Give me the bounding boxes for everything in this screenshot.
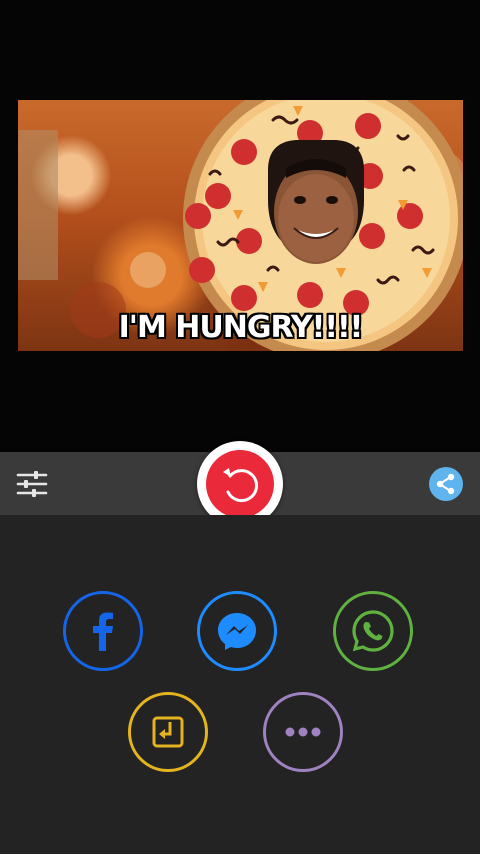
sliders-icon: [16, 471, 48, 497]
facebook-icon: [93, 612, 113, 651]
settings-button[interactable]: [14, 467, 50, 501]
replay-button-fill: [206, 450, 274, 518]
messenger-icon: [218, 613, 256, 650]
facebook-share-button[interactable]: [63, 591, 143, 671]
share-targets-panel: [0, 515, 480, 854]
whatsapp-icon: [352, 610, 394, 652]
whatsapp-share-button[interactable]: [333, 591, 413, 671]
replay-icon: [223, 468, 258, 503]
messenger-share-button[interactable]: [197, 591, 277, 671]
save-to-gallery-button[interactable]: [128, 692, 208, 772]
more-options-button[interactable]: [263, 692, 343, 772]
gif-caption: I'M HUNGRY!!!!: [118, 310, 364, 345]
gif-preview-area: I'M HUNGRY!!!!: [0, 0, 480, 452]
share-icon: [436, 473, 455, 495]
more-dots-icon: [285, 727, 321, 737]
save-to-gallery-icon: [152, 716, 184, 748]
share-button[interactable]: [429, 467, 463, 501]
gif-preview[interactable]: I'M HUNGRY!!!!: [18, 100, 463, 351]
